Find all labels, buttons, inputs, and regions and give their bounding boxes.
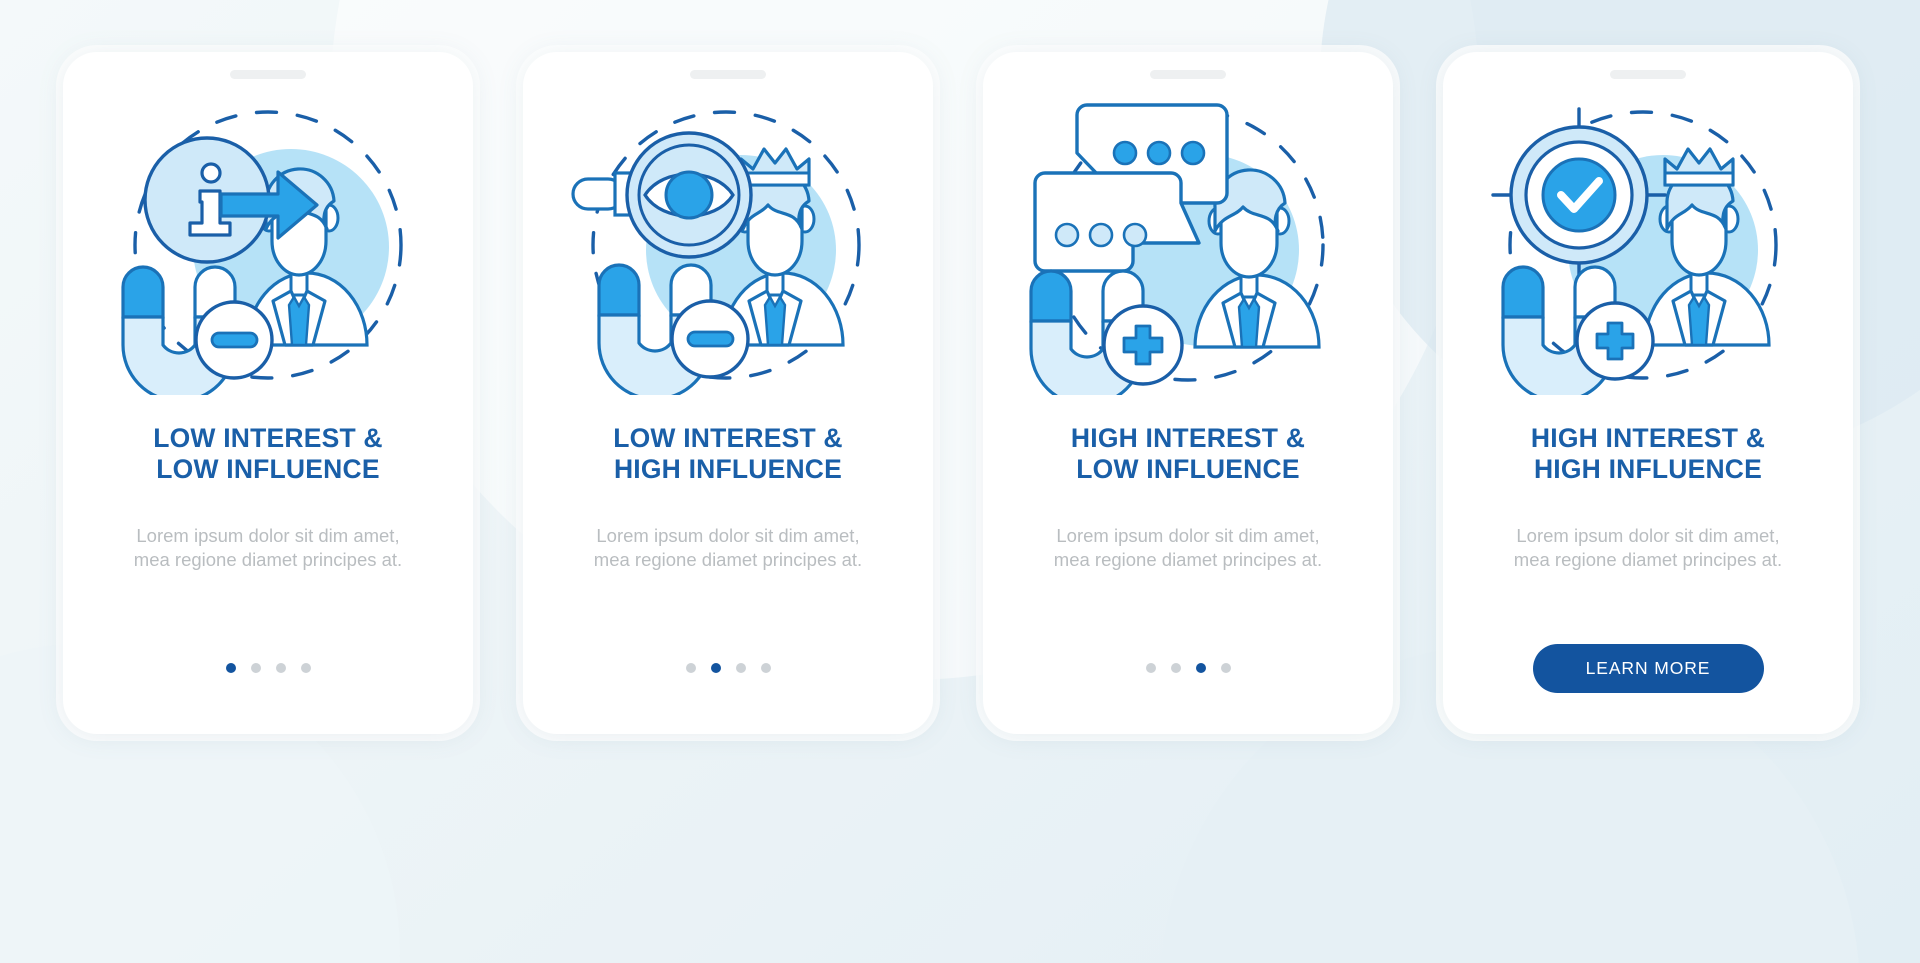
pagination-dot-1[interactable] xyxy=(1145,663,1156,673)
screen-description: Lorem ipsum dolor sit dim amet, mea regi… xyxy=(1513,524,1783,570)
screen-footer xyxy=(63,602,473,734)
pagination-dot-3[interactable] xyxy=(275,663,286,673)
pagination-dot-3[interactable] xyxy=(735,663,746,673)
illustration-target-check-magnet-plus-crowned-person xyxy=(1483,95,1813,395)
onboarding-screen-2: LOW INTEREST & HIGH INFLUENCE Lorem ipsu… xyxy=(523,52,933,734)
screen-title: LOW INTEREST & HIGH INFLUENCE xyxy=(563,423,893,486)
phone-speaker-bar xyxy=(1150,70,1226,79)
screen-title-line-1: LOW INTEREST & xyxy=(613,423,843,453)
screen-footer xyxy=(983,602,1393,734)
screen-description: Lorem ipsum dolor sit dim amet, mea regi… xyxy=(1053,524,1323,570)
onboarding-screen-4: HIGH INTEREST & HIGH INFLUENCE Lorem ips… xyxy=(1443,52,1853,734)
pagination-dots[interactable] xyxy=(1145,663,1231,673)
screen-title: HIGH INTEREST & HIGH INFLUENCE xyxy=(1483,423,1813,486)
pagination-dot-2[interactable] xyxy=(250,663,261,673)
screen-footer: LEARN MORE xyxy=(1443,602,1853,734)
pagination-dot-4[interactable] xyxy=(760,663,771,673)
pagination-dots[interactable] xyxy=(685,663,771,673)
pagination-dot-2[interactable] xyxy=(1170,663,1181,673)
screen-title-line-1: HIGH INTEREST & xyxy=(1530,423,1766,453)
learn-more-button[interactable]: LEARN MORE xyxy=(1532,643,1764,693)
illustration-info-arrow-magnet-minus-person xyxy=(103,95,433,395)
onboarding-screen-1: LOW INTEREST & LOW INFLUENCE Lorem ipsum… xyxy=(63,52,473,734)
screen-footer xyxy=(523,602,933,734)
pagination-dots[interactable] xyxy=(225,663,311,673)
screen-title-line-2: HIGH INFLUENCE xyxy=(613,454,843,485)
phone-speaker-bar xyxy=(1610,70,1686,79)
screen-title: LOW INTEREST & LOW INFLUENCE xyxy=(103,423,433,486)
screen-title: HIGH INTEREST & LOW INFLUENCE xyxy=(1023,423,1353,486)
pagination-dot-1[interactable] xyxy=(225,663,236,673)
screen-title-line-1: HIGH INTEREST & xyxy=(1070,423,1306,453)
screen-title-line-1: LOW INTEREST & xyxy=(153,423,383,453)
screen-title-line-2: LOW INFLUENCE xyxy=(1076,454,1300,485)
illustration-chat-bubbles-magnet-plus-person xyxy=(1023,95,1353,395)
illustration-magnifier-eye-magnet-minus-crowned-person xyxy=(563,95,893,395)
screen-description: Lorem ipsum dolor sit dim amet, mea regi… xyxy=(593,524,863,570)
pagination-dot-4[interactable] xyxy=(300,663,311,673)
pagination-dot-2[interactable] xyxy=(710,663,721,673)
onboarding-screens: LOW INTEREST & LOW INFLUENCE Lorem ipsum… xyxy=(63,52,1853,734)
screen-description: Lorem ipsum dolor sit dim amet, mea regi… xyxy=(133,524,403,570)
pagination-dot-4[interactable] xyxy=(1220,663,1231,673)
screen-title-line-2: LOW INFLUENCE xyxy=(156,454,380,485)
onboarding-screen-3: HIGH INTEREST & LOW INFLUENCE Lorem ipsu… xyxy=(983,52,1393,734)
phone-speaker-bar xyxy=(690,70,766,79)
pagination-dot-1[interactable] xyxy=(685,663,696,673)
screen-title-line-2: HIGH INFLUENCE xyxy=(1533,454,1763,485)
phone-speaker-bar xyxy=(230,70,306,79)
pagination-dot-3[interactable] xyxy=(1195,663,1206,673)
